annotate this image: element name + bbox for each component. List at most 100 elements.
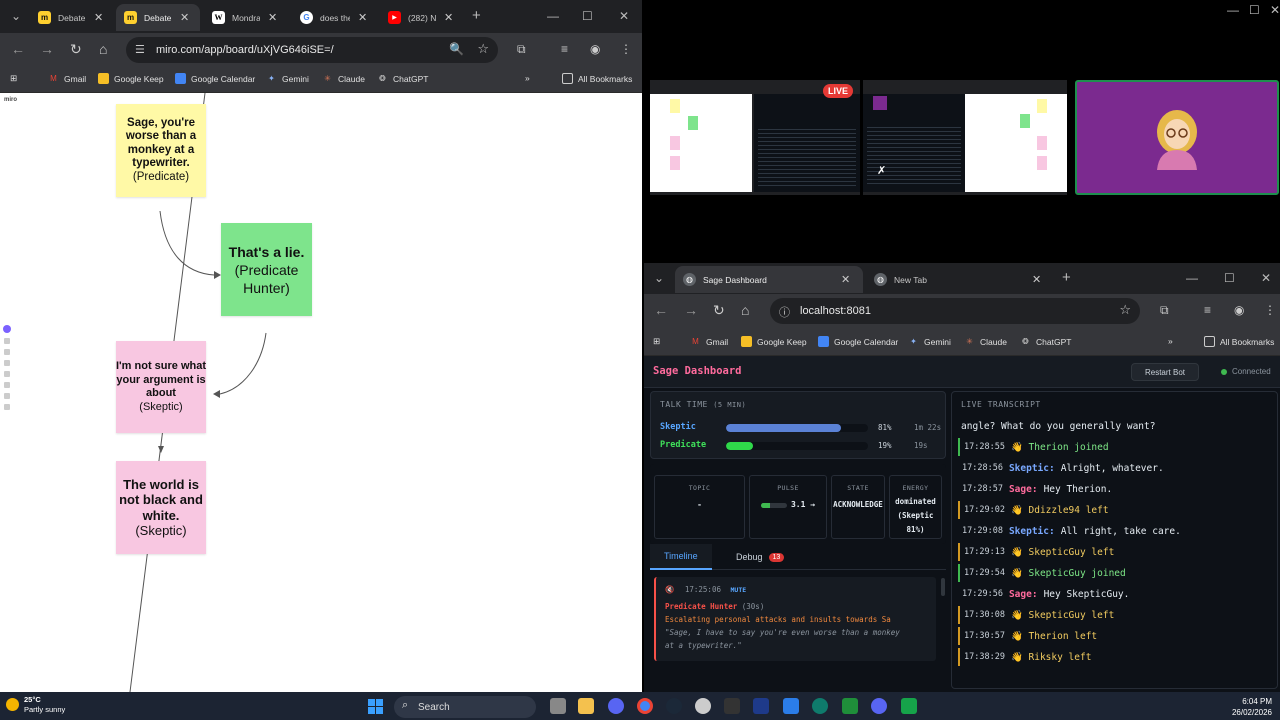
- bookmark-chatgpt[interactable]: ❂ ChatGPT: [1020, 336, 1071, 347]
- maximize-button[interactable]: ☐: [582, 9, 593, 23]
- participant-avatar-tile[interactable]: [1075, 80, 1279, 195]
- all-bookmarks[interactable]: All Bookmarks: [1204, 336, 1274, 347]
- tab-timeline[interactable]: Timeline: [650, 544, 712, 570]
- text-tool-icon[interactable]: [4, 349, 10, 355]
- steam-icon[interactable]: [666, 698, 682, 714]
- sticky-note-skeptic-1[interactable]: I'm not sure what your argument is about…: [116, 341, 206, 433]
- restart-bot-button[interactable]: Restart Bot: [1131, 363, 1199, 381]
- home-icon[interactable]: ⌂: [741, 302, 749, 318]
- miro-board-canvas[interactable]: miro Sage, you're worse than a monkey at…: [0, 93, 642, 692]
- minimize-button[interactable]: —: [1186, 271, 1198, 285]
- chrome-icon[interactable]: [637, 698, 653, 714]
- notepad-icon[interactable]: [783, 698, 799, 714]
- discord-icon[interactable]: [608, 698, 624, 714]
- tab-search-chevron-icon[interactable]: ⌄: [654, 271, 664, 285]
- bookmark-claude[interactable]: ✳ Claude: [964, 336, 1007, 347]
- close-icon[interactable]: ✕: [94, 11, 103, 24]
- select-tool-icon[interactable]: [4, 338, 10, 344]
- powershell-icon[interactable]: [753, 698, 769, 714]
- info-icon[interactable]: ⓘ: [779, 304, 790, 320]
- menu-icon[interactable]: ⋮: [620, 42, 632, 56]
- apps-icon[interactable]: ⊞: [10, 73, 17, 84]
- tab-search-chevron-icon[interactable]: ⌄: [11, 9, 21, 23]
- system-clock[interactable]: 6:04 PM 26/02/2026: [1232, 696, 1272, 718]
- pen-tool-icon[interactable]: [4, 382, 10, 388]
- window-close-button[interactable]: ✕: [1261, 271, 1271, 285]
- play-icon[interactable]: [842, 698, 858, 714]
- close-icon[interactable]: ✕: [358, 11, 367, 24]
- forward-icon[interactable]: →: [684, 302, 698, 318]
- weather-sun-icon[interactable]: [6, 698, 19, 711]
- app-circle-icon[interactable]: [812, 698, 828, 714]
- address-bar[interactable]: ⓘ localhost:8081 ☆: [770, 298, 1140, 324]
- profile-icon[interactable]: ◉: [590, 42, 600, 56]
- address-bar[interactable]: ☰ miro.com/app/board/uXjVG646iSE=/ 🔍 ☆: [126, 37, 498, 63]
- bookmark-chatgpt[interactable]: ❂ ChatGPT: [377, 73, 428, 84]
- reload-icon[interactable]: ↻: [70, 41, 82, 58]
- zoom-icon[interactable]: 🔍: [449, 42, 464, 56]
- bookmark-google-keep[interactable]: Google Keep: [741, 336, 807, 347]
- miro-tool-icon[interactable]: [3, 325, 11, 333]
- tab-debate-1[interactable]: m Debate ✕: [30, 4, 112, 31]
- menu-icon[interactable]: ⋮: [1264, 303, 1276, 317]
- comment-tool-icon[interactable]: [4, 393, 10, 399]
- more-bookmarks-icon[interactable]: »: [1168, 336, 1173, 346]
- more-bookmarks-icon[interactable]: »: [525, 73, 530, 83]
- new-tab-button[interactable]: +: [1062, 269, 1071, 286]
- bookmark-star-icon[interactable]: ☆: [477, 41, 489, 57]
- bookmark-gmail[interactable]: M Gmail: [690, 336, 728, 347]
- taskbar-search[interactable]: ⌕ Search: [394, 696, 536, 718]
- tab-google-search[interactable]: G does the ✕: [292, 4, 378, 31]
- bookmark-gemini[interactable]: ✦ Gemini: [266, 73, 309, 84]
- bookmark-google-calendar[interactable]: Google Calendar: [175, 73, 255, 84]
- app-icon[interactable]: [695, 698, 711, 714]
- minimize-button[interactable]: —: [547, 9, 559, 23]
- sticky-note-predicate-hunter[interactable]: That's a lie. (Predicate Hunter): [221, 223, 312, 316]
- bookmark-gmail[interactable]: M Gmail: [48, 73, 86, 84]
- tab-sage-dashboard[interactable]: ◍ Sage Dashboard ✕: [675, 266, 863, 293]
- participant-screen-tile-2[interactable]: ✗: [863, 80, 1067, 195]
- shape-tool-icon[interactable]: [4, 371, 10, 377]
- apps-icon[interactable]: ⊞: [653, 336, 660, 347]
- home-icon[interactable]: ⌂: [99, 41, 107, 57]
- terminal-icon[interactable]: [724, 698, 740, 714]
- frame-tool-icon[interactable]: [4, 404, 10, 410]
- close-icon[interactable]: ✕: [180, 11, 189, 24]
- reload-icon[interactable]: ↻: [713, 302, 725, 319]
- tab-mondra[interactable]: W Mondra ✕: [204, 4, 292, 31]
- tab-youtube[interactable]: ▶ (282) Ne ✕: [380, 4, 462, 31]
- sticky-note-predicate[interactable]: Sage, you're worse than a monkey at a ty…: [116, 104, 206, 197]
- all-bookmarks[interactable]: All Bookmarks: [562, 73, 632, 84]
- sticky-tool-icon[interactable]: [4, 360, 10, 366]
- close-icon[interactable]: ✕: [444, 11, 453, 24]
- tab-new-tab[interactable]: ◍ New Tab ✕: [866, 266, 1052, 293]
- file-explorer-icon[interactable]: [578, 698, 594, 714]
- back-icon[interactable]: ←: [11, 41, 25, 57]
- bookmark-gemini[interactable]: ✦ Gemini: [908, 336, 951, 347]
- maximize-button[interactable]: ☐: [1249, 3, 1260, 17]
- window-close-button[interactable]: ✕: [1270, 3, 1280, 17]
- close-icon[interactable]: ✕: [268, 11, 277, 24]
- bookmark-google-keep[interactable]: Google Keep: [98, 73, 164, 84]
- tab-debug[interactable]: Debug 13: [722, 544, 798, 570]
- site-info-icon[interactable]: ☰: [135, 43, 145, 56]
- forward-icon[interactable]: →: [40, 41, 54, 57]
- extensions-icon[interactable]: ⧉: [517, 42, 526, 57]
- reading-list-icon[interactable]: ≡: [1204, 303, 1211, 317]
- weather-widget[interactable]: 25°C Partly sunny: [24, 695, 65, 715]
- minimize-button[interactable]: —: [1227, 3, 1239, 17]
- windows-start-icon[interactable]: [368, 699, 383, 714]
- tab-debate-2[interactable]: m Debate ✕: [116, 4, 200, 31]
- discord-2-icon[interactable]: [871, 698, 887, 714]
- bookmark-google-calendar[interactable]: Google Calendar: [818, 336, 898, 347]
- participant-screen-tile-1[interactable]: LIVE: [650, 80, 860, 195]
- bookmark-claude[interactable]: ✳ Claude: [322, 73, 365, 84]
- scrollbar-thumb[interactable]: [941, 578, 945, 596]
- close-icon[interactable]: ✕: [1032, 273, 1041, 286]
- sticky-note-skeptic-2[interactable]: The world is not black and white. (Skept…: [116, 461, 206, 554]
- profile-icon[interactable]: ◉: [1234, 303, 1244, 317]
- task-view-icon[interactable]: [550, 698, 566, 714]
- close-icon[interactable]: ✕: [841, 273, 850, 286]
- reading-list-icon[interactable]: ≡: [561, 42, 568, 56]
- bookmark-star-icon[interactable]: ☆: [1119, 302, 1131, 318]
